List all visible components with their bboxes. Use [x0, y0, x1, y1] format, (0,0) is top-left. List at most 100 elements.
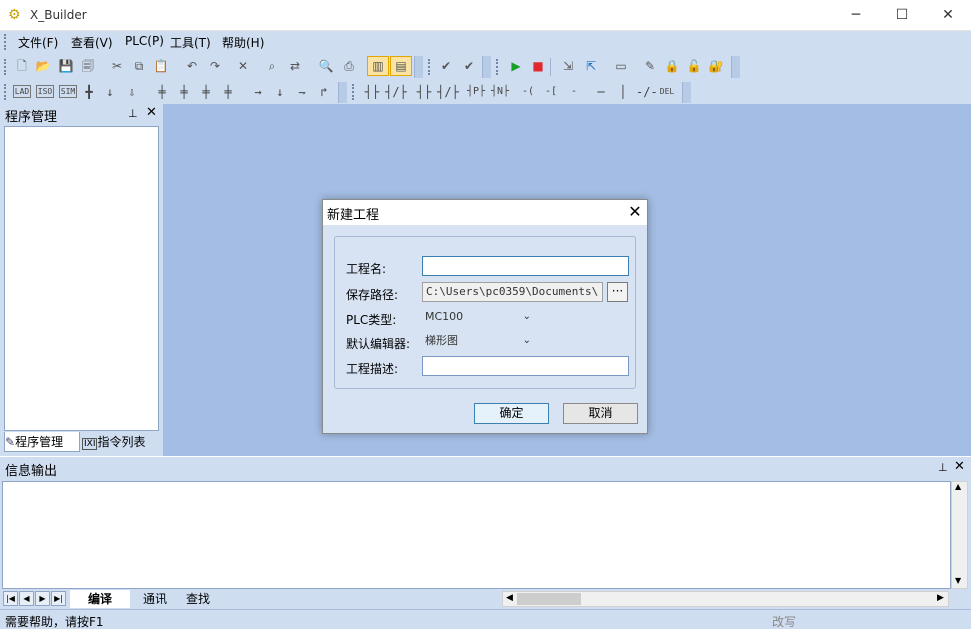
nav-last-icon[interactable]: ▶|: [51, 591, 66, 606]
save-all-icon[interactable]: 🗐: [79, 57, 97, 75]
cut-icon[interactable]: ✂: [108, 57, 126, 75]
nav-next-icon[interactable]: ▶: [35, 591, 50, 606]
edit-icon[interactable]: ✎: [641, 57, 659, 75]
lock-open-icon[interactable]: 🔓: [685, 57, 703, 75]
dialog-close-button[interactable]: ✕: [623, 200, 647, 224]
menu-help[interactable]: 帮助(H): [222, 34, 264, 51]
lock-icon[interactable]: 🔒: [663, 57, 681, 75]
project-name-input[interactable]: [422, 256, 629, 276]
tab-search[interactable]: 查找: [178, 590, 218, 608]
horizontal-line-icon[interactable]: ─: [592, 83, 610, 101]
check-all-icon[interactable]: ✔: [460, 57, 478, 75]
upload-icon[interactable]: ⇱: [582, 57, 600, 75]
vertical-scrollbar[interactable]: ▲ ▼: [951, 481, 968, 589]
horizontal-scrollbar[interactable]: ◀ ▶: [502, 591, 949, 607]
menubar-grip[interactable]: [4, 34, 7, 50]
invert-icon[interactable]: -/-: [636, 83, 658, 101]
stop-icon[interactable]: ■: [529, 57, 547, 75]
toolbar-overflow-icon[interactable]: [414, 56, 423, 78]
falling-edge-icon[interactable]: ┤N├: [488, 83, 512, 101]
ok-button[interactable]: 确定: [474, 403, 549, 424]
output-text-area[interactable]: [2, 481, 951, 589]
scroll-thumb[interactable]: [517, 593, 581, 605]
new-file-icon[interactable]: 🗋: [13, 57, 31, 75]
parallel-4-icon[interactable]: ╪: [219, 83, 237, 101]
save-icon[interactable]: 💾: [57, 57, 75, 75]
redo-icon[interactable]: ↷: [206, 57, 224, 75]
toolbar-overflow-icon[interactable]: [731, 56, 740, 78]
line-right-icon[interactable]: →: [249, 83, 267, 101]
scroll-down-icon[interactable]: ▼: [955, 576, 961, 585]
close-icon[interactable]: ✕: [146, 105, 157, 120]
iso-view-icon[interactable]: ISO: [36, 85, 54, 98]
default-editor-select[interactable]: 梯形图 ⌄: [422, 331, 535, 351]
delete-icon[interactable]: ✕: [234, 57, 252, 75]
lad-view-icon[interactable]: LAD: [13, 85, 31, 98]
toolbar-overflow-icon[interactable]: [682, 82, 691, 103]
paste-icon[interactable]: 📋: [152, 57, 170, 75]
contact-no-icon[interactable]: ┤├: [360, 83, 384, 101]
insert-row-icon[interactable]: ╋: [80, 83, 98, 101]
print-preview-icon[interactable]: 🔍: [317, 57, 335, 75]
scroll-right-icon[interactable]: ▶: [937, 593, 944, 603]
lock-key-icon[interactable]: 🔐: [707, 57, 725, 75]
parallel-no-icon[interactable]: ┤├: [412, 83, 436, 101]
coil-icon[interactable]: -( )-: [516, 83, 540, 115]
instruction-box-icon[interactable]: -[ ]-: [540, 83, 562, 115]
toolbar-grip[interactable]: [4, 59, 7, 75]
program-tree[interactable]: [4, 126, 159, 431]
scroll-left-icon[interactable]: ◀: [506, 593, 513, 603]
toolbar-grip[interactable]: [352, 84, 355, 100]
plc-type-select[interactable]: MC100 ⌄: [422, 307, 535, 327]
menu-plc[interactable]: PLC(P): [125, 34, 164, 48]
parallel-2-icon[interactable]: ╪: [175, 83, 193, 101]
project-description-input[interactable]: [422, 356, 629, 376]
open-folder-icon[interactable]: 📂: [34, 57, 52, 75]
layout-left-icon[interactable]: ▥: [367, 56, 389, 76]
layout-bottom-icon[interactable]: ▤: [390, 56, 412, 76]
save-path-field[interactable]: C:\Users\pc0359\Documents\: [422, 282, 603, 302]
undo-icon[interactable]: ↶: [183, 57, 201, 75]
toolbar-grip[interactable]: [496, 59, 499, 75]
tab-communication[interactable]: 通讯: [134, 590, 176, 608]
tab-program-manager[interactable]: ✎程序管理: [4, 432, 80, 452]
rising-edge-icon[interactable]: ┤P├: [464, 83, 488, 101]
cancel-button[interactable]: 取消: [563, 403, 638, 424]
tab-compile[interactable]: 编译: [70, 590, 130, 608]
replace-icon[interactable]: ⇄: [286, 57, 304, 75]
menu-view[interactable]: 查看(V): [71, 34, 113, 51]
pin-icon[interactable]: ⊥: [128, 107, 138, 120]
sim-view-icon[interactable]: SIM: [59, 85, 77, 98]
print-icon[interactable]: ⎙: [340, 57, 358, 75]
nav-prev-icon[interactable]: ◀: [19, 591, 34, 606]
monitor-icon[interactable]: ▭: [612, 57, 630, 75]
close-button[interactable]: ✕: [925, 0, 971, 31]
line-corner-icon[interactable]: ⇁: [293, 83, 311, 101]
function-box-icon[interactable]: -[F]-: [562, 83, 586, 115]
nav-first-icon[interactable]: |◀: [3, 591, 18, 606]
scroll-up-icon[interactable]: ▲: [955, 482, 961, 491]
pin-icon[interactable]: ⊥: [938, 461, 948, 474]
insert-branch-icon[interactable]: ⇩: [123, 83, 141, 101]
insert-down-icon[interactable]: ↓: [101, 83, 119, 101]
run-icon[interactable]: ▶: [507, 57, 525, 75]
toolbar-overflow-icon[interactable]: [482, 56, 491, 78]
parallel-nc-icon[interactable]: ┤/├: [436, 83, 460, 101]
vertical-line-icon[interactable]: │: [614, 83, 632, 101]
toolbar-grip[interactable]: [4, 84, 7, 100]
parallel-1-icon[interactable]: ╪: [153, 83, 171, 101]
find-icon[interactable]: ⌕: [263, 57, 281, 75]
menu-tools[interactable]: 工具(T): [170, 34, 211, 51]
delete-line-icon[interactable]: DEL: [656, 83, 678, 101]
minimize-button[interactable]: ─: [833, 0, 879, 31]
toolbar-overflow-icon[interactable]: [338, 82, 347, 103]
close-icon[interactable]: ✕: [954, 459, 965, 474]
browse-button[interactable]: ···: [607, 282, 628, 302]
download-icon[interactable]: ⇲: [559, 57, 577, 75]
line-up-icon[interactable]: ↱: [315, 83, 333, 101]
copy-icon[interactable]: ⧉: [130, 57, 148, 75]
menu-file[interactable]: 文件(F): [18, 34, 58, 51]
tab-instruction-list[interactable]: IXI 指令列表: [82, 432, 160, 452]
contact-nc-icon[interactable]: ┤/├: [384, 83, 408, 101]
check-icon[interactable]: ✔: [437, 57, 455, 75]
